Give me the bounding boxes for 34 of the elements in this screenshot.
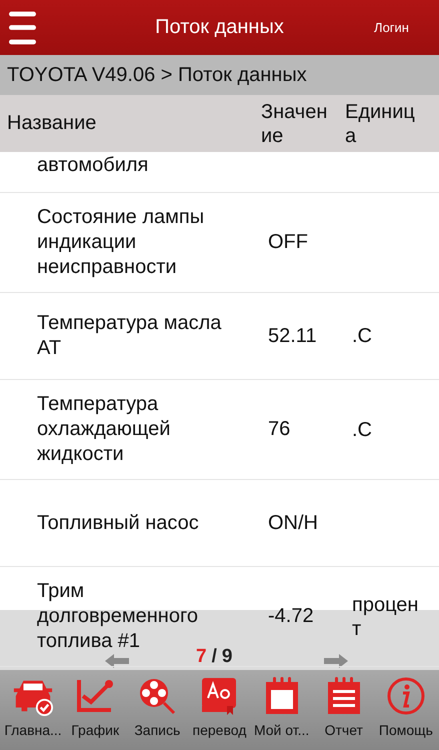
toolbar-button[interactable]: График: [64, 670, 126, 750]
toolbar-button[interactable]: Главна...: [2, 670, 64, 750]
toolbar-button[interactable]: Отчет: [312, 670, 375, 750]
current-page: 7: [196, 646, 207, 668]
parameter-value: -4.72: [268, 604, 315, 629]
info-icon: [384, 676, 427, 716]
toolbar-button[interactable]: Мой от...: [250, 670, 313, 750]
parameter-name: Температура охлаждающей жидкости: [37, 392, 172, 467]
parameter-value: 76: [268, 417, 292, 442]
parameter-name: Температура масла AT: [37, 311, 222, 361]
parameter-value: 52.11: [268, 324, 318, 348]
parameter-unit: .C: [352, 418, 373, 442]
parameter-name: Состояние лампы индикации неисправности: [37, 205, 206, 280]
breadcrumb: TOYOTA V49.06 > Поток данных: [0, 55, 439, 95]
right-arrow-icon[interactable]: [324, 654, 348, 668]
parameter-name: Трим долговременного топлива #1: [37, 579, 198, 652]
parameter-unit: .C: [352, 324, 373, 348]
toolbar-button[interactable]: Запись: [126, 670, 188, 750]
screen-title: Поток данных: [155, 16, 284, 39]
page-total: 9: [222, 646, 232, 668]
parameter-value: ON/H: [268, 510, 319, 536]
login-link[interactable]: Логин: [374, 20, 409, 35]
page-separator: /: [212, 646, 217, 668]
column-heading: Единица: [345, 100, 416, 148]
parameter-value: OFF: [268, 230, 309, 255]
menu-icon[interactable]: [9, 10, 36, 46]
toolbar-button[interactable]: перевод: [188, 670, 250, 750]
column-heading: Значение: [261, 100, 328, 148]
parameter-name: Топливный насос: [37, 510, 199, 536]
left-arrow-icon[interactable]: [105, 654, 129, 668]
parameter-unit: процент: [352, 592, 420, 640]
column-heading: Название: [6, 112, 98, 135]
parameter-name: автомобиля: [37, 153, 148, 178]
toolbar-button[interactable]: Помощь: [374, 670, 437, 750]
